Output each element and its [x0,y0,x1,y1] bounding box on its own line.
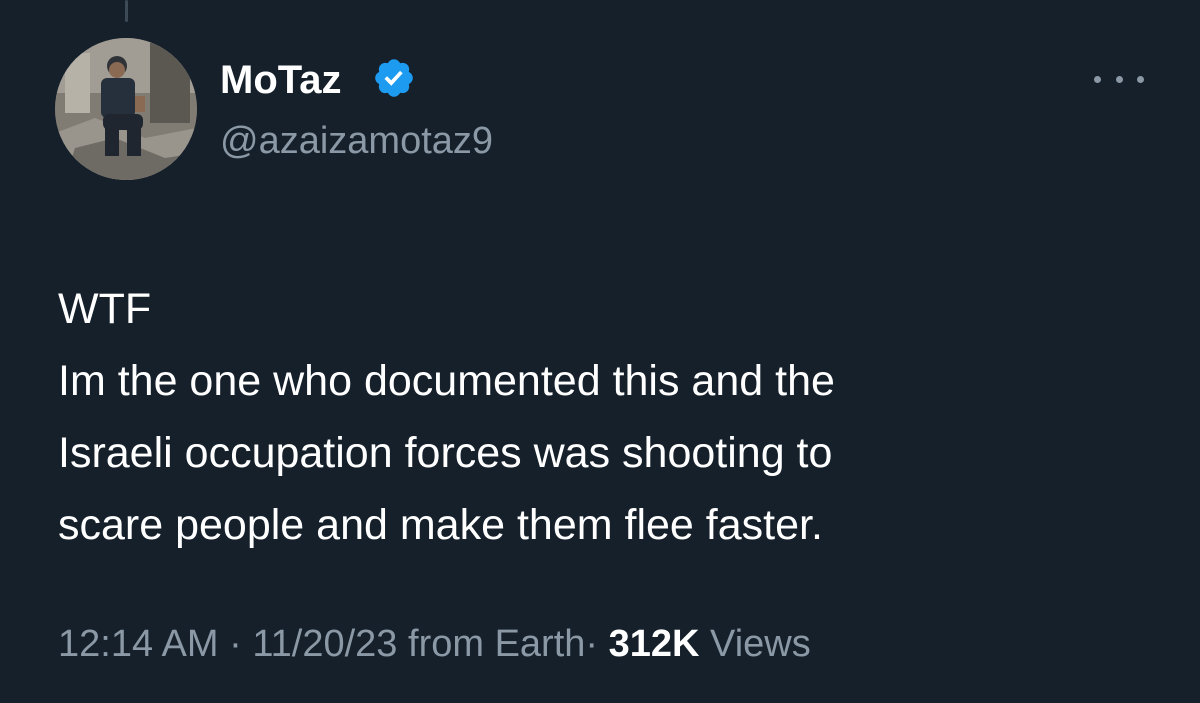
tweet-metadata: 12:14 AM · 11/20/23 from Earth· 312K Vie… [58,620,811,668]
tweet-text: WTF Im the one who documented this and t… [58,273,1158,561]
tweet-text-line: scare people and make them flee faster. [58,501,823,549]
more-options-button[interactable] [1094,64,1144,94]
avatar[interactable] [55,38,197,180]
views-count[interactable]: 312K [609,623,700,665]
tweet-text-line: WTF [58,285,152,333]
more-horizontal-icon [1137,75,1144,83]
tweet-time[interactable]: 12:14 AM [58,623,219,665]
more-horizontal-icon [1115,75,1123,83]
author-handle[interactable]: @azaizamotaz9 [220,118,493,164]
meta-separator: · [585,623,599,665]
author-name[interactable]: MoTaz [220,56,341,104]
tweet-text-line: Israeli occupation forces was shooting t… [58,429,833,477]
more-horizontal-icon [1094,75,1101,83]
tweet-source: from Earth [408,623,586,665]
verified-badge-icon [375,59,413,97]
avatar-photo-icon [55,38,197,180]
views-label: Views [710,623,811,665]
tweet-date[interactable]: 11/20/23 [252,623,397,665]
thread-connector-line [125,0,128,22]
tweet-text-line: Im the one who documented this and the [58,357,835,405]
meta-separator: · [229,623,242,665]
